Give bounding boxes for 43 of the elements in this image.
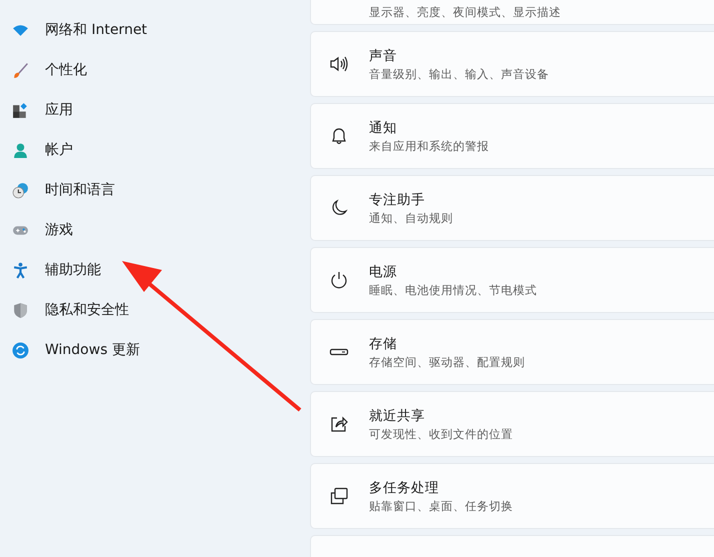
settings-card[interactable]: 专注助手 通知、自动规则 (310, 175, 714, 241)
nav-item[interactable]: 网络和 Internet (0, 10, 300, 50)
setting-title: 就近共享 (369, 406, 426, 424)
setting-description: 显示器、亮度、夜间模式、显示描述 (369, 4, 561, 20)
setting-description: 睡眠、电池使用情况、节电模式 (369, 282, 537, 298)
settings-card[interactable]: 多任务处理 贴靠窗口、桌面、任务切换 (310, 463, 714, 529)
shield-icon (12, 302, 29, 318)
power-icon (329, 270, 349, 290)
nav-item[interactable]: 时间和语言 (0, 170, 300, 210)
nav-item[interactable]: Windows 更新 (0, 330, 300, 370)
nav-item[interactable]: 隐私和安全性 (0, 290, 300, 330)
accessibility-icon (12, 262, 29, 278)
setting-title: 存储 (369, 334, 398, 352)
settings-card[interactable]: 声音 音量级别、输出、输入、声音设备 (310, 31, 714, 97)
nav-item[interactable]: 游戏 (0, 210, 300, 250)
setting-description: 来自应用和系统的警报 (369, 138, 489, 154)
setting-title: 多任务处理 (369, 478, 440, 496)
setting-title: 专注助手 (369, 190, 426, 208)
brush-icon (12, 62, 29, 78)
nav-item[interactable]: 辅助功能 (0, 250, 300, 290)
settings-card[interactable]: 电源 睡眠、电池使用情况、节电模式 (310, 247, 714, 313)
settings-card[interactable]: 通知 来自应用和系统的警报 (310, 103, 714, 169)
windows-icon (329, 486, 349, 506)
globe-clock-icon (12, 182, 29, 198)
nav-item[interactable]: 应用 (0, 90, 300, 130)
setting-description: 可发现性、收到文件的位置 (369, 426, 513, 442)
setting-title: 电源 (369, 262, 398, 280)
person-icon (12, 142, 29, 158)
settings-card[interactable]: 存储 存储空间、驱动器、配置规则 (310, 319, 714, 385)
settings-card[interactable]: 显示器、亮度、夜间模式、显示描述 (310, 0, 714, 25)
setting-description: 存储空间、驱动器、配置规则 (369, 354, 525, 370)
apps-icon (12, 102, 29, 118)
nav-item[interactable]: 个性化 (0, 50, 300, 90)
share-icon (329, 414, 349, 434)
sync-icon (12, 342, 29, 358)
setting-description: 通知、自动规则 (369, 210, 453, 226)
nav-item[interactable]: 帐户 (0, 130, 300, 170)
speaker-icon (329, 54, 349, 74)
setting-description: 贴靠窗口、桌面、任务切换 (369, 498, 513, 514)
setting-description: 音量级别、输出、输入、声音设备 (369, 66, 549, 82)
setting-title: 声音 (369, 46, 398, 64)
settings-card[interactable]: 就近共享 可发现性、收到文件的位置 (310, 391, 714, 457)
setting-title: 通知 (369, 118, 398, 136)
